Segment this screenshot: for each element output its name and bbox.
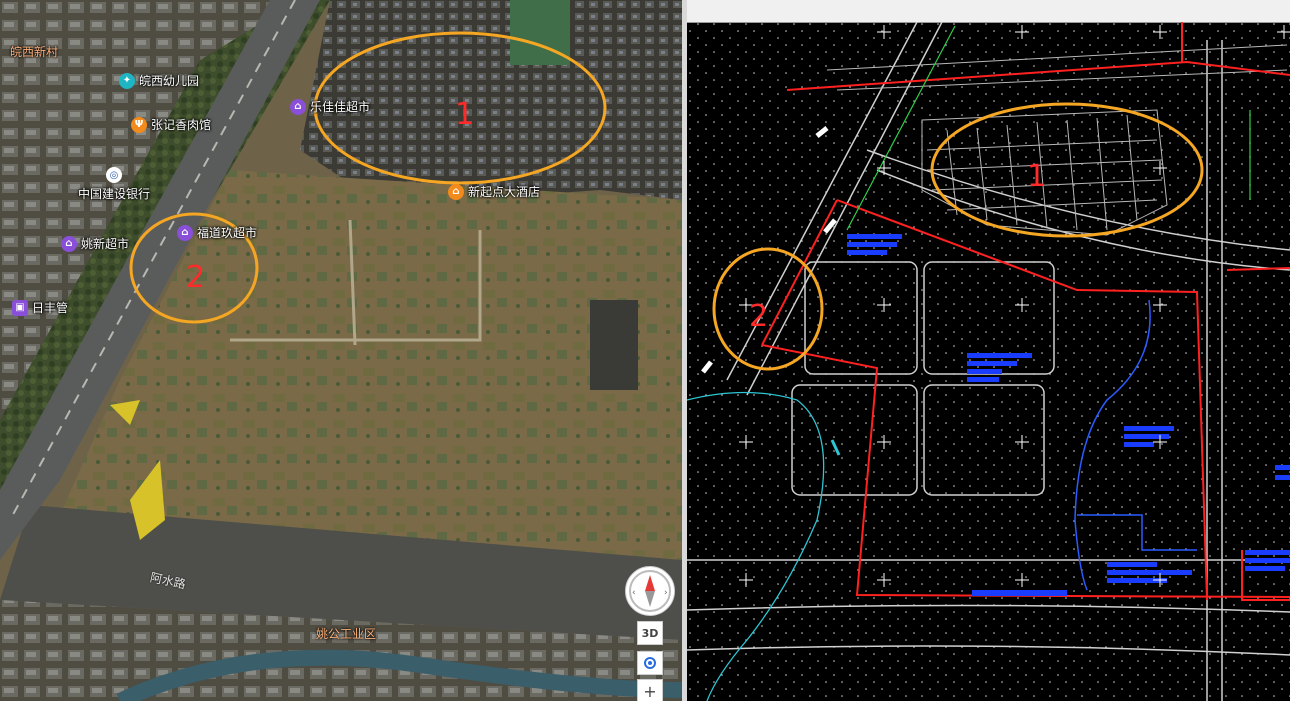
- restaurant-icon: Ψ: [131, 116, 147, 133]
- school-icon: ✦: [119, 72, 135, 89]
- zoom-in-button[interactable]: +: [637, 679, 663, 701]
- poi-supermarket-fudao[interactable]: ⌂ 福道玖超市: [177, 224, 257, 241]
- hotel-icon: ⌂: [448, 183, 464, 200]
- annotation-number-2: 2: [186, 260, 205, 295]
- poi-label: 张记香肉馆: [151, 118, 212, 132]
- locate-button[interactable]: [637, 651, 663, 675]
- poi-hotel[interactable]: ⌂ 新起点大酒店: [448, 183, 540, 200]
- cad-annotation-number-1: 1: [1027, 159, 1046, 194]
- poi-restaurant[interactable]: Ψ 张记香肉馆: [131, 116, 211, 133]
- satellite-map-pane[interactable]: 1 2 皖西新村 姚公工业区 阿水路 ✦ 皖西幼儿园 ⌂ 乐佳佳超市 Ψ 张记香…: [0, 0, 682, 701]
- poi-label: 日丰管: [32, 301, 69, 315]
- cad-drawing-canvas: 1 2: [687, 21, 1290, 701]
- poi-label: 皖西幼儿园: [139, 74, 200, 88]
- shopping-cart-icon: ⌂: [177, 224, 193, 241]
- cad-annotation-number-2: 2: [749, 299, 768, 334]
- locate-icon: [644, 657, 656, 669]
- bank-icon: ◎: [106, 167, 122, 183]
- poi-supermarket-yaoxin[interactable]: ⌂ 姚新超市: [61, 235, 129, 252]
- area-label-industrial-zone: 姚公工业区: [316, 627, 377, 641]
- area-label-village: 皖西新村: [10, 45, 59, 59]
- poi-label: 乐佳佳超市: [310, 100, 371, 114]
- shopping-cart-icon: ⌂: [61, 235, 77, 252]
- shopping-cart-icon: ⌂: [290, 98, 306, 115]
- svg-text:›: ›: [664, 588, 668, 598]
- poi-label: 中国建设银行: [78, 187, 151, 201]
- poi-kindergarten[interactable]: ✦ 皖西幼儿园: [119, 72, 199, 89]
- compass-icon[interactable]: ‹ ›: [625, 566, 675, 616]
- poi-bank[interactable]: ◎ 中国建设银行: [78, 167, 150, 202]
- poi-supermarket-lejiajia[interactable]: ⌂ 乐佳佳超市: [290, 98, 370, 115]
- cad-drawing-pane[interactable]: 1 2: [687, 0, 1290, 701]
- poi-label: 新起点大酒店: [468, 185, 541, 199]
- 3d-button[interactable]: 3D: [637, 621, 663, 645]
- annotation-number-1: 1: [455, 97, 474, 132]
- poi-rifeng[interactable]: ▣ 日丰管: [12, 299, 68, 316]
- svg-text:‹: ‹: [632, 588, 636, 598]
- poi-label: 福道玖超市: [197, 226, 258, 240]
- poi-label: 姚新超市: [81, 237, 130, 251]
- shop-icon: ▣: [12, 299, 28, 316]
